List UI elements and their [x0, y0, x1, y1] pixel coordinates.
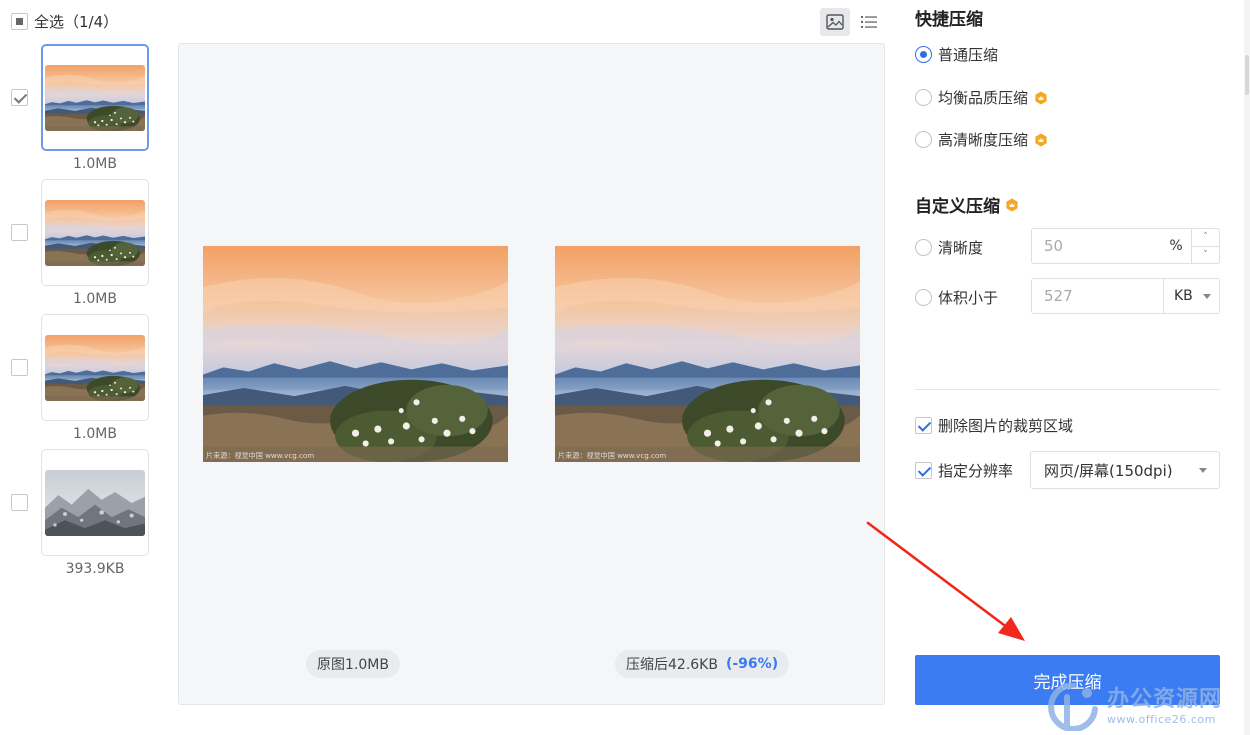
list-view-icon — [861, 16, 877, 28]
thumbnail-image — [45, 199, 145, 266]
thumbnail-size: 1.0MB — [73, 426, 117, 442]
settings-panel: 快捷压缩 普通压缩 均衡品质压缩 高清晰度压缩 自定义压缩 清晰度 50 % ˄… — [915, 0, 1220, 735]
divider — [915, 389, 1220, 390]
original-size-text: 原图1.0MB — [317, 657, 389, 673]
thumbnail-item[interactable]: 1.0MB — [41, 44, 149, 172]
watermark-main: 办公资源网 — [1107, 687, 1223, 712]
thumbnail-row — [11, 314, 28, 376]
remove-crop-checkbox[interactable] — [915, 417, 932, 434]
radio-button[interactable] — [915, 289, 932, 306]
radio-label: 清晰度 — [938, 239, 984, 257]
custom-compress-title: 自定义压缩 — [915, 192, 1019, 217]
radio-hd-compress[interactable]: 高清晰度压缩 — [915, 129, 1048, 150]
resolution-option[interactable]: 指定分辨率 — [915, 460, 1013, 481]
stepper-down-icon[interactable]: ˅ — [1192, 245, 1219, 264]
thumbnail-row — [11, 449, 28, 511]
radio-button[interactable] — [915, 239, 932, 256]
compressed-size-text: 压缩后42.6KB — [626, 657, 718, 673]
quick-compress-title: 快捷压缩 — [915, 5, 983, 30]
thumbnail-image — [45, 334, 145, 401]
chevron-down-icon — [1199, 467, 1207, 473]
radio-clarity[interactable]: 清晰度 — [915, 237, 983, 258]
watermark-sub: www.office26.com — [1107, 713, 1216, 726]
preview-panel: 片来源：视觉中国 www.vcg.com 片来源：视觉中国 www.vcg.co… — [178, 43, 885, 705]
thumbnail-checkbox[interactable] — [11, 359, 28, 376]
image-view-icon — [826, 14, 844, 30]
radio-button[interactable] — [915, 131, 932, 148]
thumbnail-checkbox[interactable] — [11, 224, 28, 241]
compressed-size-label: 压缩后42.6KB (-96%) — [615, 650, 790, 678]
site-watermark: 办公资源网 www.office26.com — [1045, 683, 1222, 731]
vip-badge-icon — [1006, 198, 1018, 211]
resolution-label: 指定分辨率 — [938, 462, 1014, 480]
clarity-value[interactable]: 50 — [1032, 229, 1161, 263]
resolution-value: 网页/屏幕(150dpi) — [1044, 461, 1173, 480]
scrollbar-thumb[interactable] — [1245, 55, 1249, 95]
radio-size-limit[interactable]: 体积小于 — [915, 287, 998, 308]
remove-crop-option[interactable]: 删除图片的裁剪区域 — [915, 415, 1073, 436]
thumbnail-row — [11, 44, 28, 106]
vip-badge-icon — [1035, 133, 1047, 146]
thumbnail-card[interactable] — [41, 179, 149, 286]
select-all-label: 全选（1/4） — [34, 13, 119, 31]
radio-label: 体积小于 — [938, 289, 999, 307]
thumbnail-size: 1.0MB — [73, 156, 117, 172]
vip-badge-icon — [1035, 91, 1047, 104]
thumbnail-item[interactable]: 1.0MB — [41, 179, 149, 307]
thumbnail-checkbox[interactable] — [11, 494, 28, 511]
clarity-input[interactable]: 50 % ˄ ˅ — [1031, 228, 1220, 264]
thumbnail-card[interactable] — [41, 314, 149, 421]
thumbnail-size: 1.0MB — [73, 291, 117, 307]
clarity-stepper[interactable]: ˄ ˅ — [1191, 229, 1219, 263]
clarity-unit: % — [1169, 238, 1183, 254]
thumbnail-card[interactable] — [41, 44, 149, 151]
custom-compress-title-text: 自定义压缩 — [915, 197, 1000, 217]
view-toggle — [820, 8, 884, 36]
thumbnail-size: 393.9KB — [65, 561, 125, 577]
scrollbar-track[interactable] — [1244, 0, 1250, 735]
quick-compress-title-text: 快捷压缩 — [915, 10, 983, 30]
radio-button[interactable] — [915, 89, 932, 106]
list-view-button[interactable] — [854, 8, 884, 36]
radio-label: 普通压缩 — [938, 46, 999, 64]
size-limit-value[interactable]: 527 — [1032, 279, 1163, 313]
thumbnail-item[interactable]: 1.0MB — [41, 314, 149, 442]
radio-button[interactable] — [915, 46, 932, 63]
thumbnail-image — [45, 64, 145, 131]
size-unit-value: KB — [1174, 288, 1193, 304]
thumbnail-card[interactable] — [41, 449, 149, 556]
chevron-down-icon — [1203, 293, 1211, 299]
photo-watermark: 片来源：视觉中国 www.vcg.com — [558, 451, 666, 460]
original-size-label: 原图1.0MB — [306, 650, 400, 678]
radio-normal-compress[interactable]: 普通压缩 — [915, 44, 998, 65]
size-limit-input[interactable]: 527 KB — [1031, 278, 1220, 314]
compression-percent: (-96%) — [725, 656, 779, 672]
thumbnail-image — [45, 469, 145, 536]
watermark-text: 办公资源网 www.office26.com — [1107, 687, 1223, 726]
compressed-image: 片来源：视觉中国 www.vcg.com — [555, 246, 860, 462]
resolution-select[interactable]: 网页/屏幕(150dpi) — [1030, 451, 1220, 489]
select-all-checkbox[interactable] — [11, 13, 28, 30]
radio-label: 高清晰度压缩 — [938, 131, 1029, 149]
image-view-button[interactable] — [820, 8, 850, 36]
radio-label: 均衡品质压缩 — [938, 89, 1029, 107]
thumbnail-item[interactable]: 393.9KB — [41, 449, 149, 577]
thumbnail-checkbox[interactable] — [11, 89, 28, 106]
radio-balanced-compress[interactable]: 均衡品质压缩 — [915, 87, 1048, 108]
resolution-checkbox[interactable] — [915, 462, 932, 479]
thumbnail-row — [11, 179, 28, 241]
size-unit-select[interactable]: KB — [1163, 279, 1219, 313]
original-image: 片来源：视觉中国 www.vcg.com — [203, 246, 508, 462]
compress-app: 全选（1/4） 1.0MB 1.0MB 1.0MB 393.9KB 片来源：视觉… — [0, 0, 1250, 735]
stepper-up-icon[interactable]: ˄ — [1192, 229, 1219, 246]
select-all[interactable]: 全选（1/4） — [11, 11, 118, 32]
office-logo-icon — [1048, 683, 1098, 731]
photo-watermark: 片来源：视觉中国 www.vcg.com — [206, 451, 314, 460]
remove-crop-label: 删除图片的裁剪区域 — [938, 417, 1074, 435]
